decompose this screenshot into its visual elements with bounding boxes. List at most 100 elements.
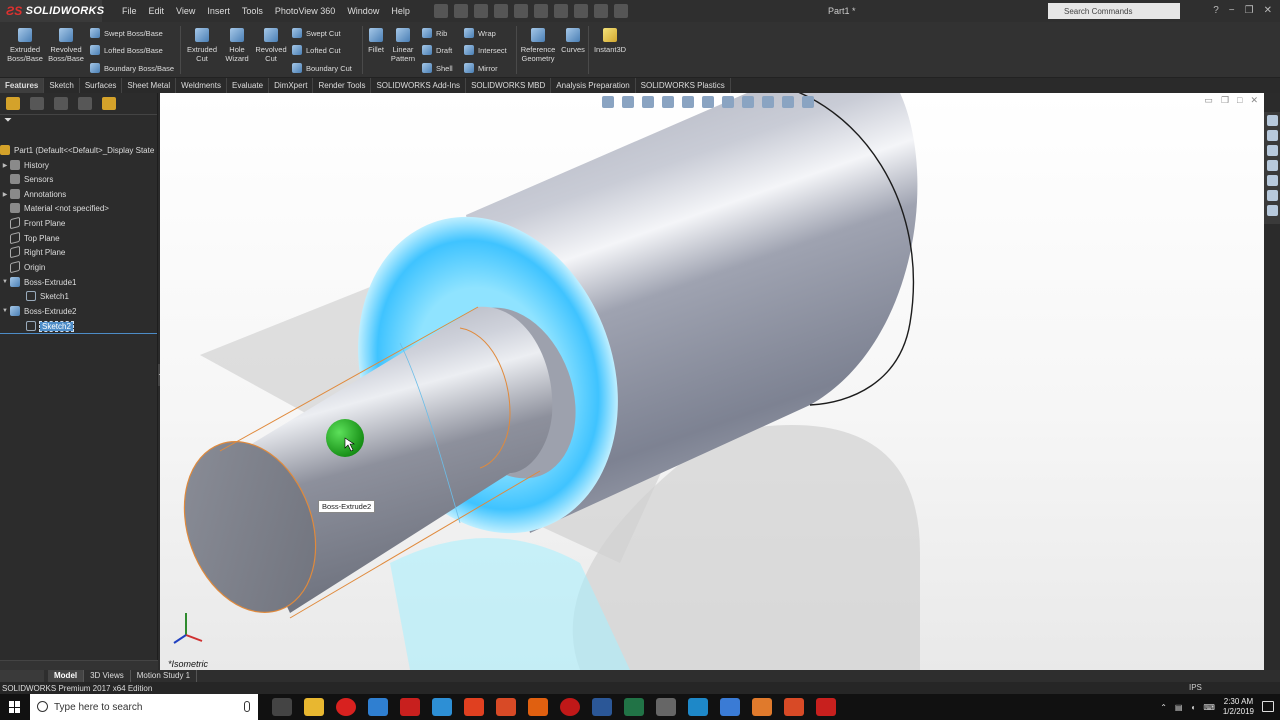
filter-icon[interactable]: ⏷ [0, 115, 157, 129]
tab-dimxpert[interactable]: DimXpert [269, 78, 314, 93]
tab-mbd[interactable]: SOLIDWORKS MBD [466, 78, 552, 93]
hole-wizard-button[interactable]: Hole Wizard [220, 28, 254, 63]
clock[interactable]: 2:30 AM 1/2/2019 [1223, 697, 1254, 717]
tab-render-tools[interactable]: Render Tools [313, 78, 372, 93]
zoom-to-fit-icon[interactable] [602, 96, 614, 108]
collapse-arrow-icon[interactable]: ▼ [0, 308, 10, 314]
configuration-manager-icon[interactable] [54, 97, 68, 110]
tab-plastics[interactable]: SOLIDWORKS Plastics [636, 78, 731, 93]
tab-weldments[interactable]: Weldments [176, 78, 227, 93]
tree-item-origin[interactable]: Origin [0, 260, 45, 274]
opera-app-icon[interactable] [336, 698, 356, 716]
blender-app-icon[interactable] [528, 698, 548, 716]
task-view-icon[interactable] [272, 698, 292, 716]
section-view-icon[interactable] [662, 96, 674, 108]
revolved-boss-button[interactable]: Revolved Boss/Base [46, 28, 86, 63]
tree-item-history[interactable]: ▶ History [0, 158, 49, 172]
viewport-maximize-button[interactable]: □ [1237, 95, 1242, 106]
collapse-arrow-icon[interactable]: ▼ [0, 279, 10, 285]
tab-analysis-preparation[interactable]: Analysis Preparation [551, 78, 636, 93]
feature-manager-scrollbar[interactable] [0, 660, 158, 670]
tree-item-material[interactable]: Material <not specified> [0, 201, 109, 215]
start-button[interactable] [0, 694, 30, 720]
revolved-cut-button[interactable]: Revolved Cut [254, 28, 288, 63]
graphics-area[interactable]: ▭ ❐ □ ✕ Boss-Extrude2 *Isometric [160, 93, 1264, 670]
windows-app-icon[interactable] [432, 698, 452, 716]
menu-file[interactable]: File [116, 0, 143, 22]
tab-surfaces[interactable]: Surfaces [80, 78, 123, 93]
rib-button[interactable]: Rib [422, 26, 447, 40]
menu-view[interactable]: View [170, 0, 201, 22]
menu-insert[interactable]: Insert [201, 0, 236, 22]
solidworks-2017-app-icon[interactable] [400, 698, 420, 716]
minimize-button[interactable]: − [1229, 0, 1235, 22]
edit-appearance-icon[interactable] [762, 96, 774, 108]
tree-item-right-plane[interactable]: Right Plane [0, 245, 65, 259]
options-gear-icon[interactable] [613, 4, 628, 18]
dimxpert-manager-icon[interactable] [78, 97, 92, 110]
fillet-button[interactable]: Fillet [364, 28, 388, 54]
intersect-button[interactable]: Intersect [464, 43, 507, 57]
tree-item-sketch2[interactable]: Sketch2 [16, 319, 74, 333]
custom-properties-icon[interactable] [1266, 205, 1278, 216]
lofted-boss-button[interactable]: Lofted Boss/Base [90, 43, 163, 57]
tab-evaluate[interactable]: Evaluate [227, 78, 270, 93]
linear-pattern-button[interactable]: Linear Pattern [388, 28, 418, 63]
draft-button[interactable]: Draft [422, 43, 452, 57]
solidworks-logo[interactable]: ƧS SOLIDWORKS [0, 0, 104, 22]
close-button[interactable]: ✕ [1264, 0, 1272, 22]
tab-model[interactable]: Model [48, 670, 85, 682]
cloud-app-icon[interactable] [720, 698, 740, 716]
restore-button[interactable]: ❐ [1245, 0, 1254, 22]
action-center-icon[interactable] [1262, 701, 1274, 712]
shell-button[interactable]: Shell [422, 61, 453, 75]
tree-item-boss-extrude1[interactable]: ▼ Boss-Extrude1 [0, 275, 76, 289]
swept-boss-button[interactable]: Swept Boss/Base [90, 26, 163, 40]
tab-addins[interactable]: SOLIDWORKS Add-Ins [371, 78, 467, 93]
print-icon[interactable] [513, 4, 528, 18]
tab-sheet-metal[interactable]: Sheet Metal [122, 78, 177, 93]
unit-system-selector[interactable]: IPS [1189, 682, 1202, 694]
feature-manager-tree-icon[interactable] [6, 97, 20, 110]
curves-button[interactable]: Curves [560, 28, 586, 54]
extruded-cut-button[interactable]: Extruded Cut [184, 28, 220, 63]
undo-icon[interactable] [533, 4, 548, 18]
network-icon[interactable]: ▤ [1175, 703, 1183, 712]
tab-navigation-arrows[interactable] [0, 670, 44, 682]
select-icon[interactable] [553, 4, 568, 18]
home-icon[interactable] [1266, 115, 1278, 126]
open-icon[interactable] [473, 4, 488, 18]
hide-show-icon[interactable] [742, 96, 754, 108]
menu-tools[interactable]: Tools [236, 0, 269, 22]
document-app-icon[interactable] [752, 698, 772, 716]
record-app-icon[interactable] [560, 698, 580, 716]
display-style-icon[interactable] [722, 96, 734, 108]
property-manager-icon[interactable] [30, 97, 44, 110]
new-document-icon[interactable] [453, 4, 468, 18]
viewport-minimize-button[interactable]: ▭ [1204, 95, 1213, 106]
previous-view-icon[interactable] [642, 96, 654, 108]
viewport-restore-button[interactable]: ❐ [1221, 95, 1229, 106]
menu-help[interactable]: Help [385, 0, 416, 22]
tree-item-front-plane[interactable]: Front Plane [0, 216, 65, 230]
boundary-cut-button[interactable]: Boundary Cut [292, 61, 352, 75]
model-scene[interactable] [160, 93, 1264, 670]
tree-item-top-plane[interactable]: Top Plane [0, 231, 60, 245]
menu-edit[interactable]: Edit [143, 0, 171, 22]
file-properties-icon[interactable] [593, 4, 608, 18]
menu-photoview[interactable]: PhotoView 360 [269, 0, 341, 22]
view-palette-icon[interactable] [1266, 175, 1278, 186]
photos-app-icon[interactable] [368, 698, 388, 716]
menu-window[interactable]: Window [341, 0, 385, 22]
search-commands-input[interactable]: Search Commands [1048, 3, 1180, 19]
tree-item-sketch1[interactable]: Sketch1 [16, 289, 69, 303]
tree-item-part1[interactable]: Part1 (Default<<Default>_Display State [0, 143, 154, 157]
view-settings-icon[interactable] [802, 96, 814, 108]
rebuild-icon[interactable] [573, 4, 588, 18]
apply-scene-icon[interactable] [782, 96, 794, 108]
save-icon[interactable] [493, 4, 508, 18]
viewport-close-button[interactable]: ✕ [1250, 95, 1258, 106]
pdf-app-icon-2[interactable] [784, 698, 804, 716]
instant3d-button[interactable]: Instant3D [590, 28, 630, 54]
pdf-app-icon[interactable] [496, 698, 516, 716]
